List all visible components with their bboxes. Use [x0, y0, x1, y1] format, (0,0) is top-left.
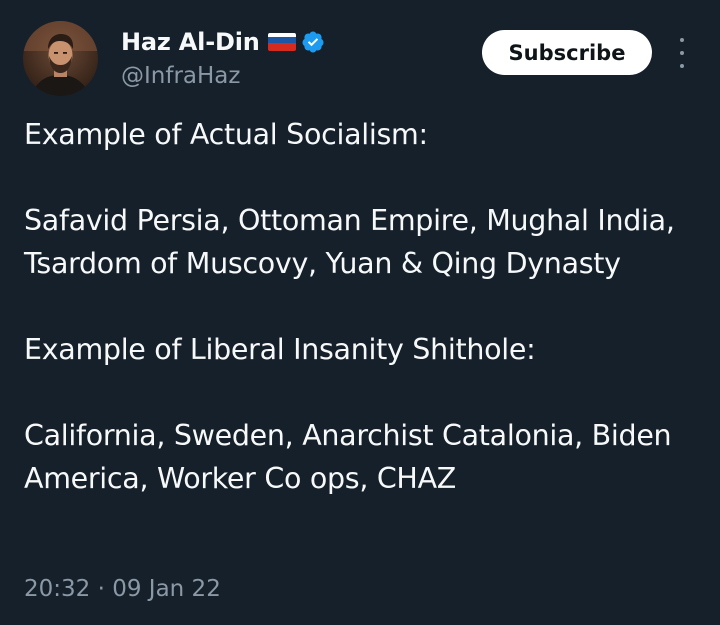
tweet-card: Haz Al-Din @InfraHaz Subscribe Example o… [0, 0, 720, 625]
tweet-paragraph: Example of Actual Socialism: [24, 118, 428, 151]
author-handle[interactable]: @InfraHaz [121, 63, 325, 89]
name-row: Haz Al-Din [121, 24, 325, 60]
avatar[interactable] [23, 21, 98, 96]
tweet-paragraph: California, Sweden, Anarchist Catalonia,… [24, 419, 672, 495]
tweet-paragraph: Safavid Persia, Ottoman Empire, Mughal I… [24, 204, 675, 280]
tweet-timestamp[interactable]: 20:32 · 09 Jan 22 [24, 576, 221, 602]
verified-badge-icon[interactable] [301, 30, 325, 54]
more-vertical-icon[interactable] [670, 38, 694, 68]
avatar-image [23, 21, 98, 96]
tweet-text: Example of Actual Socialism: Safavid Per… [24, 113, 704, 500]
display-name[interactable]: Haz Al-Din [121, 28, 260, 56]
tweet-paragraph: Example of Liberal Insanity Shithole: [24, 333, 536, 366]
subscribe-button[interactable]: Subscribe [482, 30, 652, 75]
author-info: Haz Al-Din @InfraHaz [121, 24, 325, 89]
russia-flag-icon [267, 32, 296, 52]
